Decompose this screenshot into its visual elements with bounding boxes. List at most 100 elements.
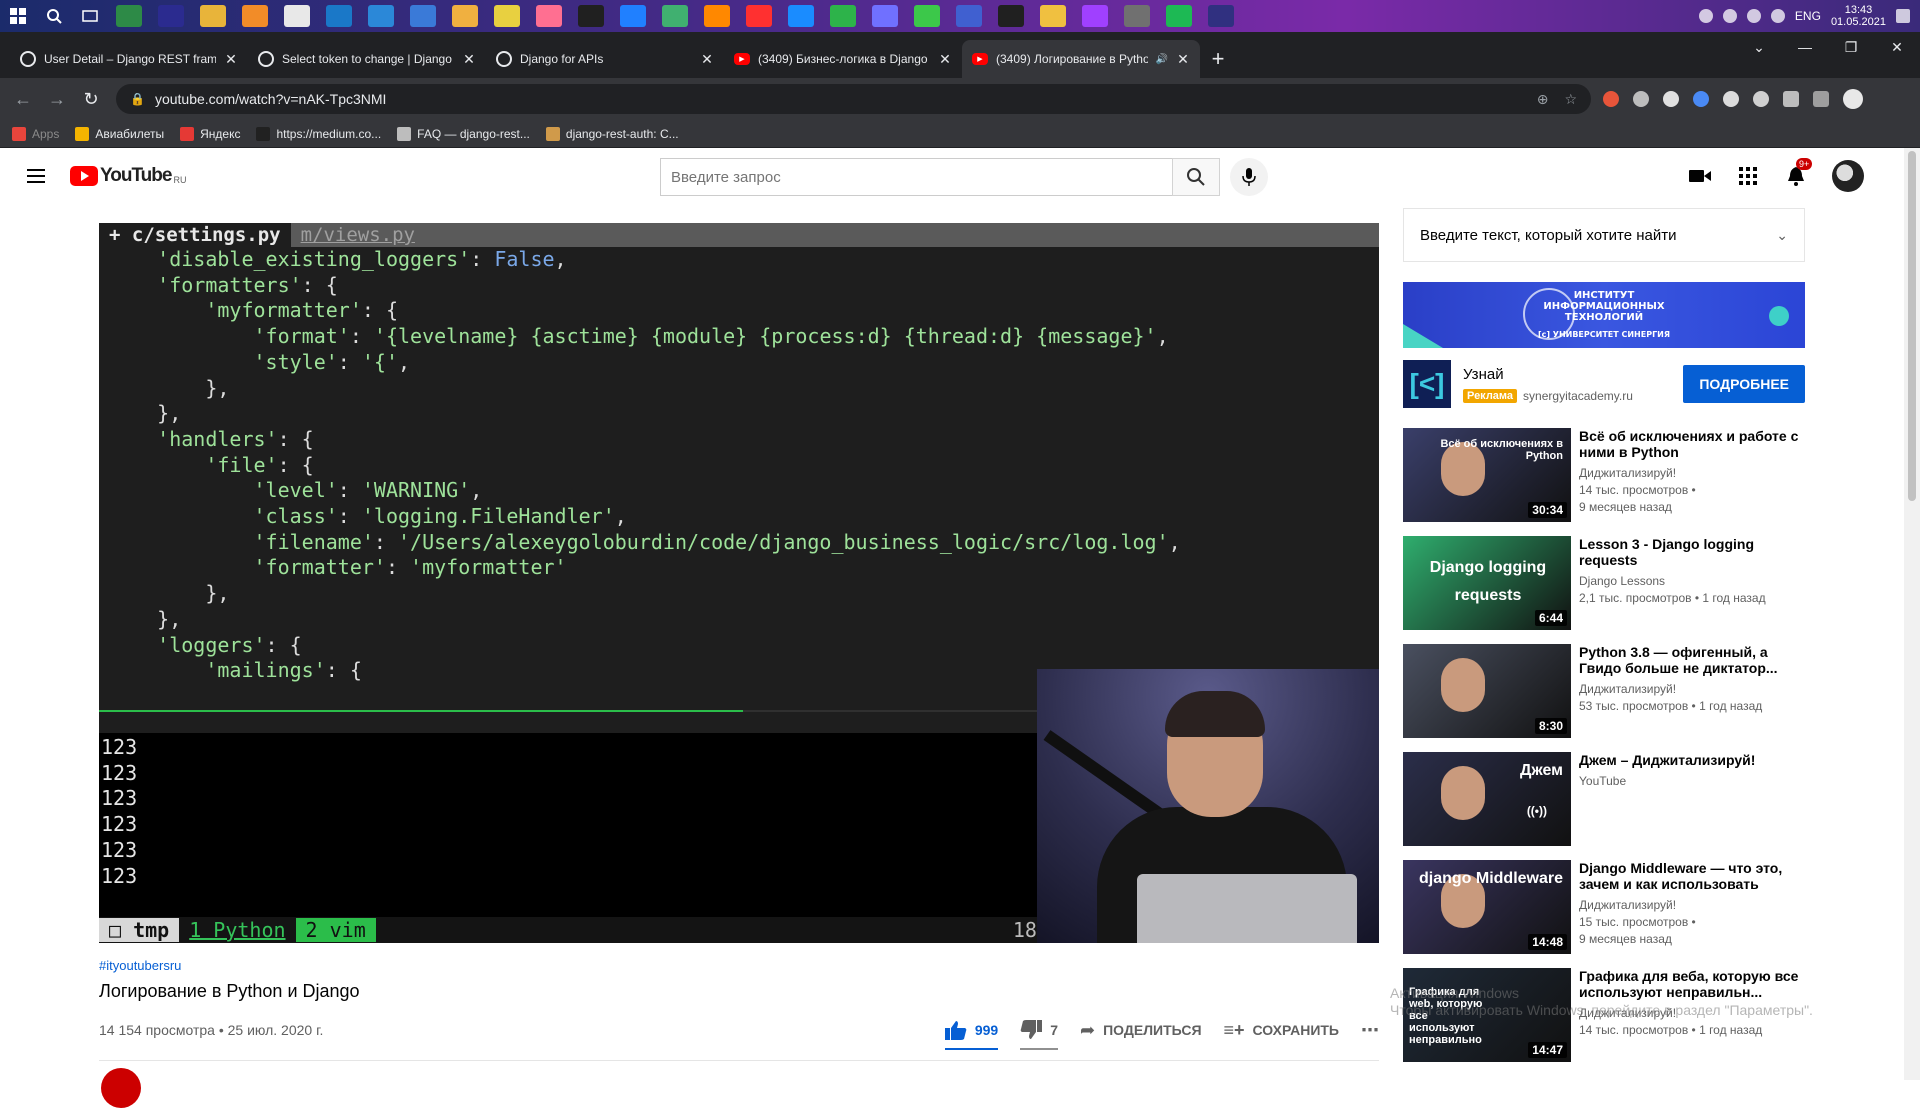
recommended-video[interactable]: django Middleware 14:48 Django Middleware … bbox=[1403, 860, 1805, 954]
bookmark-item[interactable]: https://medium.co... bbox=[256, 126, 381, 141]
clock[interactable]: 13:43 01.05.2021 bbox=[1831, 4, 1886, 28]
menu-icon[interactable] bbox=[16, 156, 56, 196]
taskbar-app-icon[interactable] bbox=[410, 5, 436, 27]
taskbar-app-icon[interactable] bbox=[704, 5, 730, 27]
bookmark-item[interactable]: Apps bbox=[12, 126, 59, 141]
browser-tab[interactable]: Select token to change | Django s ✕ bbox=[248, 40, 486, 78]
tab-search-icon[interactable]: ⌄ bbox=[1736, 32, 1782, 62]
bookmark-star-icon[interactable]: ☆ bbox=[1564, 91, 1577, 108]
recommended-video[interactable]: Django logging requests 6:44 Lesson 3 - Dj… bbox=[1403, 536, 1805, 630]
taskbar-app-icon[interactable] bbox=[326, 5, 352, 27]
search-input[interactable] bbox=[660, 158, 1172, 196]
close-window-icon[interactable]: ✕ bbox=[1874, 32, 1920, 62]
browser-tab[interactable]: ▶ (3409) Бизнес-логика в Django и ✕ bbox=[724, 40, 962, 78]
browser-tab[interactable]: ▶ (3409) Логирование в Python 🔊 ✕ bbox=[962, 40, 1200, 78]
extension-icon[interactable] bbox=[1633, 91, 1649, 107]
taskbar-app-icon[interactable] bbox=[620, 5, 646, 27]
extension-icon[interactable] bbox=[1813, 91, 1829, 107]
taskbar-app-icon[interactable] bbox=[830, 5, 856, 27]
video-title[interactable]: Джем – Диджитализируй! bbox=[1579, 752, 1755, 768]
tray-icon[interactable] bbox=[1746, 9, 1761, 23]
search-button[interactable] bbox=[1172, 158, 1220, 196]
search-icon[interactable] bbox=[36, 0, 72, 32]
share-button[interactable]: ➦ ПОДЕЛИТЬСЯ bbox=[1080, 1020, 1202, 1041]
video-thumbnail[interactable]: Джем ((•)) bbox=[1403, 752, 1571, 846]
taskbar-app-icon[interactable] bbox=[914, 5, 940, 27]
taskbar-app-icon[interactable] bbox=[200, 5, 226, 27]
page-scrollbar[interactable] bbox=[1904, 148, 1920, 1080]
ad-cta-button[interactable]: ПОДРОБНЕЕ bbox=[1683, 365, 1805, 403]
windows-start-icon[interactable] bbox=[0, 0, 36, 32]
taskbar-app-icon[interactable] bbox=[158, 5, 184, 27]
extension-icon[interactable] bbox=[1663, 91, 1679, 107]
install-icon[interactable]: ⊕ bbox=[1537, 91, 1549, 108]
close-tab-icon[interactable]: ✕ bbox=[700, 51, 714, 68]
taskbar-app-icon[interactable] bbox=[998, 5, 1024, 27]
taskbar-app-icon[interactable] bbox=[788, 5, 814, 27]
voice-search-button[interactable] bbox=[1230, 158, 1268, 196]
extension-icon[interactable] bbox=[1753, 91, 1769, 107]
youtube-logo[interactable]: YouTube RU bbox=[70, 165, 186, 187]
forward-icon[interactable]: → bbox=[40, 82, 74, 116]
notifications-icon[interactable] bbox=[1896, 9, 1910, 23]
bookmark-item[interactable]: Яндекс bbox=[180, 126, 240, 141]
taskbar-app-icon[interactable] bbox=[1166, 5, 1192, 27]
recommended-video[interactable]: Всё об исключениях в Python 30:34 Всё об и… bbox=[1403, 428, 1805, 522]
taskbar-app-icon[interactable] bbox=[1124, 5, 1150, 27]
create-video-icon[interactable] bbox=[1688, 164, 1712, 188]
notifications-bell-icon[interactable]: 9+ bbox=[1784, 158, 1813, 188]
taskbar-app-icon[interactable] bbox=[368, 5, 394, 27]
taskbar-app-icon[interactable] bbox=[662, 5, 688, 27]
taskbar-app-icon[interactable] bbox=[746, 5, 772, 27]
back-icon[interactable]: ← bbox=[6, 82, 40, 116]
taskbar-app-icon[interactable] bbox=[872, 5, 898, 27]
taskbar-app-icon[interactable] bbox=[1208, 5, 1234, 27]
taskbar-app-icon[interactable] bbox=[116, 5, 142, 27]
extensions-puzzle-icon[interactable] bbox=[1783, 91, 1799, 107]
audio-playing-icon[interactable]: 🔊 bbox=[1156, 54, 1168, 65]
taskbar-app-icon[interactable] bbox=[1040, 5, 1066, 27]
profile-avatar[interactable] bbox=[1843, 89, 1863, 109]
taskbar-app-icon[interactable] bbox=[536, 5, 562, 27]
tray-icon[interactable] bbox=[1698, 9, 1713, 23]
channel-avatar[interactable] bbox=[101, 1068, 141, 1108]
bookmark-item[interactable]: django-rest-auth: C... bbox=[545, 126, 679, 141]
ad-title[interactable]: Узнай bbox=[1463, 366, 1683, 383]
like-button[interactable]: 999 bbox=[944, 1020, 999, 1050]
recommended-video[interactable]: Джем ((•)) Джем – Диджитализируй! YouTube bbox=[1403, 752, 1805, 846]
close-tab-icon[interactable]: ✕ bbox=[224, 51, 238, 68]
taskbar-app-icon[interactable] bbox=[242, 5, 268, 27]
new-tab-button[interactable]: + bbox=[1200, 40, 1236, 78]
minimize-icon[interactable]: — bbox=[1782, 32, 1828, 62]
dislike-button[interactable]: 7 bbox=[1020, 1020, 1059, 1050]
more-actions-icon[interactable]: ⋯ bbox=[1361, 1020, 1379, 1041]
apps-grid-icon[interactable] bbox=[1736, 164, 1760, 188]
recommended-video[interactable]: 8:30 Python 3.8 — офигенный, а Гвидо боль… bbox=[1403, 644, 1805, 738]
video-title[interactable]: Django Middleware — что это, зачем и как… bbox=[1579, 860, 1805, 892]
bookmark-item[interactable]: Авиабилеты bbox=[75, 126, 164, 141]
bookmark-item[interactable]: FAQ — django-rest... bbox=[397, 126, 530, 141]
taskbar-app-icon[interactable] bbox=[1082, 5, 1108, 27]
ad-banner-image[interactable]: ИНСТИТУТ ИНФОРМАЦИОННЫХ ТЕХНОЛОГИЙ [с] У… bbox=[1403, 282, 1805, 348]
video-title[interactable]: Всё об исключениях и работе с ними в Pyt… bbox=[1579, 428, 1805, 460]
address-bar[interactable]: 🔒 youtube.com/watch?v=nAK-Tpc3NMI ⊕ ☆ bbox=[116, 84, 1591, 114]
video-hashtag[interactable]: #ityoutubersru bbox=[99, 958, 1379, 973]
browser-tab[interactable]: User Detail – Django REST framew ✕ bbox=[10, 40, 248, 78]
user-avatar[interactable] bbox=[1832, 160, 1864, 192]
taskbar-app-icon[interactable] bbox=[284, 5, 310, 27]
taskbar-app-icon[interactable] bbox=[452, 5, 478, 27]
task-view-icon[interactable] bbox=[72, 0, 108, 32]
close-tab-icon[interactable]: ✕ bbox=[1176, 51, 1190, 68]
close-tab-icon[interactable]: ✕ bbox=[938, 51, 952, 68]
video-title[interactable]: Lesson 3 - Django logging requests bbox=[1579, 536, 1805, 568]
taskbar-app-icon[interactable] bbox=[956, 5, 982, 27]
restore-icon[interactable]: ❐ bbox=[1828, 32, 1874, 62]
save-button[interactable]: ≡+ СОХРАНИТЬ bbox=[1224, 1020, 1339, 1041]
extension-icon[interactable] bbox=[1723, 91, 1739, 107]
chat-search-dropdown[interactable]: Введите текст, который хотите найти ⌄ bbox=[1403, 208, 1805, 262]
advertiser-logo-icon[interactable]: [<] bbox=[1403, 360, 1451, 408]
video-thumbnail[interactable]: django Middleware 14:48 bbox=[1403, 860, 1571, 954]
reload-icon[interactable]: ↻ bbox=[74, 82, 108, 116]
taskbar-app-icon[interactable] bbox=[578, 5, 604, 27]
video-thumbnail[interactable]: Всё об исключениях в Python 30:34 bbox=[1403, 428, 1571, 522]
